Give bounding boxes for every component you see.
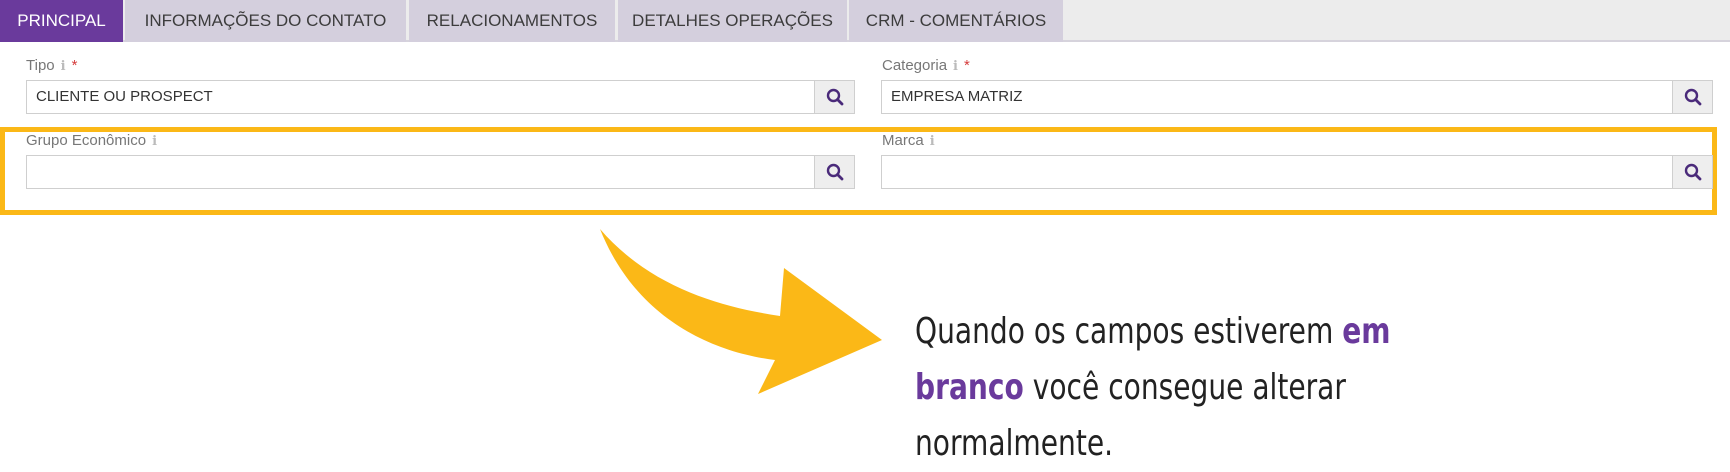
categoria-label: Categoria i * (882, 57, 970, 74)
info-icon: i (60, 59, 66, 74)
grupo-economico-field[interactable] (26, 155, 855, 189)
marca-label-text: Marca (882, 132, 924, 149)
marca-field[interactable] (881, 155, 1713, 189)
categoria-label-text: Categoria (882, 57, 948, 74)
callout-text-before: Quando os campos estiverem (915, 311, 1343, 352)
marca-lookup-button[interactable] (1672, 156, 1712, 188)
tab-relacionamentos[interactable]: RELACIONAMENTOS (409, 0, 615, 42)
search-icon (1684, 88, 1702, 106)
search-icon (826, 88, 844, 106)
grupo-economico-lookup-button[interactable] (814, 156, 854, 188)
info-icon: i (953, 59, 958, 74)
required-mark: * (71, 57, 78, 74)
tab-crm-comentarios[interactable]: CRM - COMENTÁRIOS (849, 0, 1063, 42)
tipo-value: CLIENTE OU PROSPECT (36, 88, 213, 105)
categoria-field: EMPRESA MATRIZ (881, 80, 1713, 114)
search-icon (1684, 163, 1702, 181)
marca-label: Marca i (882, 132, 935, 149)
required-mark: * (964, 57, 970, 74)
info-icon: i (929, 134, 935, 149)
grupo-economico-label-text: Grupo Econômico (26, 132, 147, 149)
callout-text: Quando os campos estiverem em branco voc… (915, 304, 1477, 472)
tab-bar: PRINCIPAL INFORMAÇÕES DO CONTATO RELACIO… (0, 0, 1730, 42)
tab-principal[interactable]: PRINCIPAL (0, 0, 123, 42)
tab-informacoes-do-contato[interactable]: INFORMAÇÕES DO CONTATO (125, 0, 406, 42)
info-icon: i (152, 134, 158, 149)
tipo-label: Tipo i * (26, 57, 77, 74)
tipo-field: CLIENTE OU PROSPECT (26, 80, 855, 114)
curved-arrow-icon (600, 229, 882, 394)
tab-detalhes-operacoes[interactable]: DETALHES OPERAÇÕES (618, 0, 847, 42)
categoria-lookup-button[interactable] (1672, 81, 1712, 113)
tipo-lookup-button[interactable] (814, 81, 854, 113)
grupo-economico-label: Grupo Econômico i (26, 132, 157, 149)
tipo-label-text: Tipo (26, 57, 55, 74)
categoria-value: EMPRESA MATRIZ (891, 88, 1023, 105)
search-icon (826, 163, 844, 181)
